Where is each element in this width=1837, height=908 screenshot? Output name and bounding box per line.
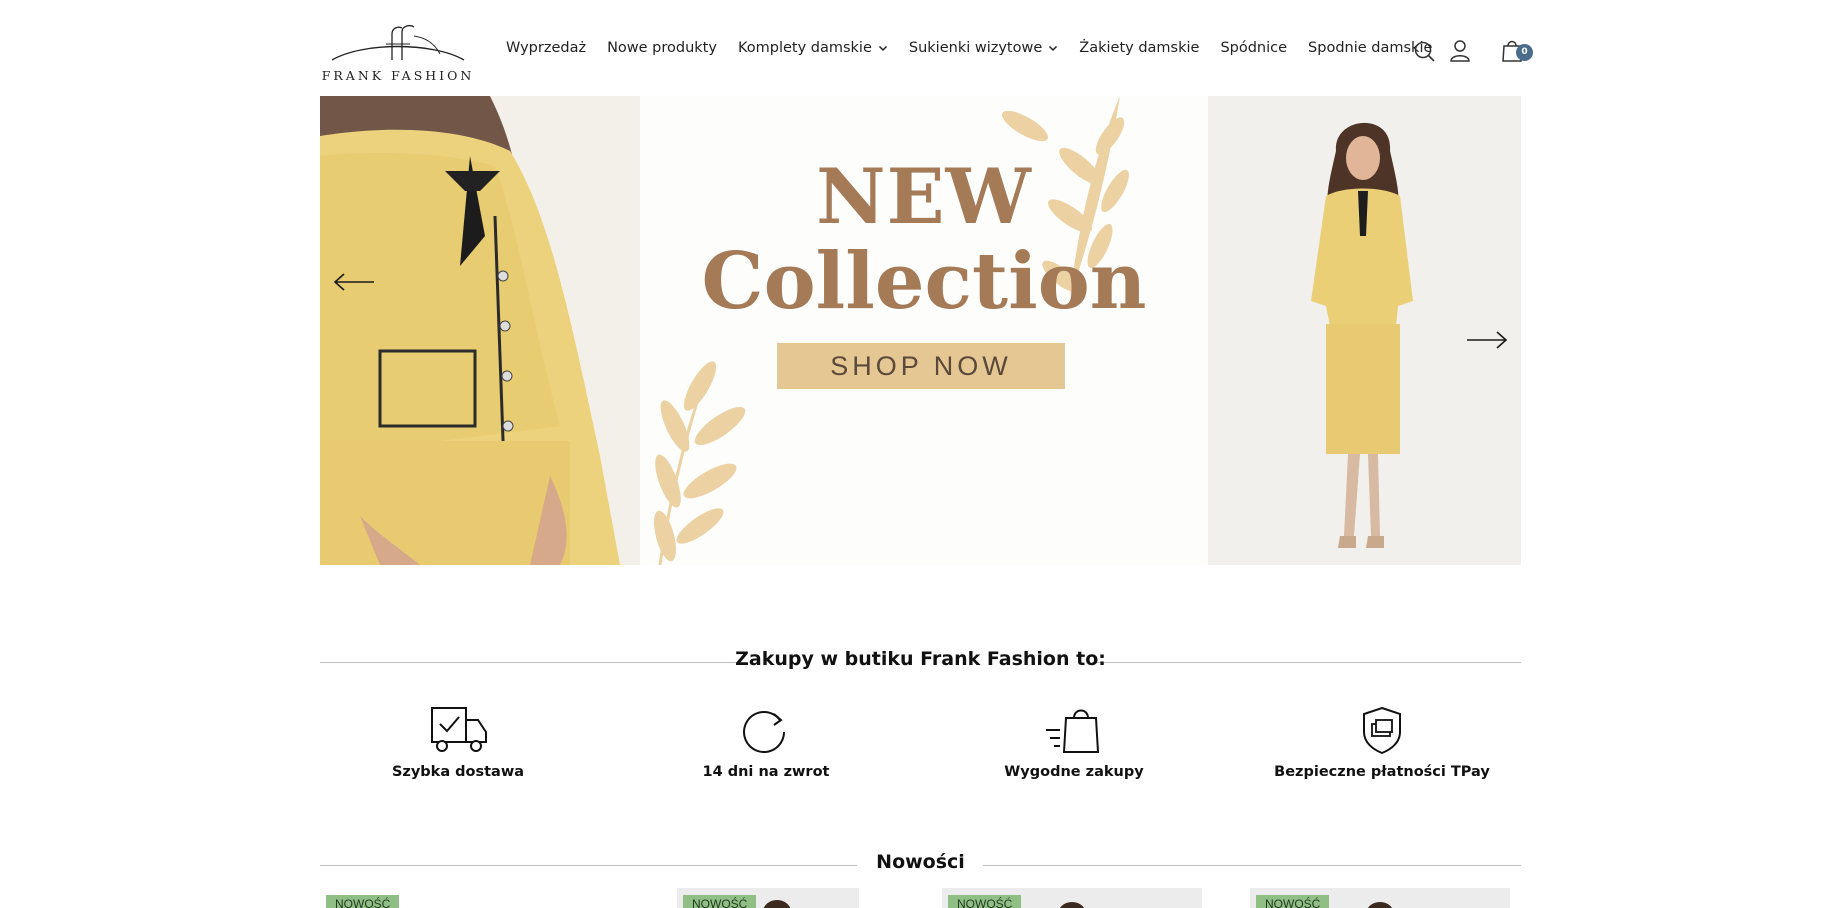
nav-item-label: Wyprzedaż xyxy=(506,40,587,56)
nav-item-label: Sukienki wizytowe xyxy=(908,40,1043,56)
nav-item-label: Żakiety damskie xyxy=(1079,40,1200,56)
nav-item-sukienki-wizytowe[interactable]: Sukienki wizytowe xyxy=(909,40,1058,56)
hero-headline-collection: Collection xyxy=(701,236,1147,327)
nav-item-wyprzedaz[interactable]: Wyprzedaż xyxy=(506,40,586,56)
main-nav: Wyprzedaż Nowe produkty Komplety damskie… xyxy=(506,40,1432,56)
shop-now-button[interactable]: SHOP NOW xyxy=(777,343,1065,389)
cart-button[interactable]: 0 xyxy=(1500,38,1540,64)
shopping-bag-fast-icon xyxy=(1046,709,1100,753)
benefits-list: Szybka dostawa 14 dni na zwrot Wygodne z… xyxy=(320,706,1521,786)
brand-name: FRANK FASHION xyxy=(321,68,475,83)
logo-mark-icon xyxy=(331,25,465,61)
new-badge: NOWOŚĆ xyxy=(948,895,1022,908)
benefit-item: Szybka dostawa xyxy=(308,706,608,780)
nav-item-label: Nowe produkty xyxy=(607,40,717,56)
benefits-heading-row: Zakupy w butiku Frank Fashion to: xyxy=(320,648,1521,678)
return-arrow-icon xyxy=(743,711,785,753)
nav-item-zakiety-damskie[interactable]: Żakiety damskie xyxy=(1079,40,1199,56)
product-photo-image xyxy=(1059,902,1085,908)
user-icon xyxy=(1450,40,1470,62)
benefit-item: Wygodne zakupy xyxy=(924,706,1224,780)
product-card[interactable]: NOWOŚĆ xyxy=(1250,888,1510,908)
benefit-label: Bezpieczne płatności TPay xyxy=(1274,764,1490,780)
product-card[interactable]: NOWOŚĆ xyxy=(942,888,1202,908)
benefits-title: Zakupy w butiku Frank Fashion to: xyxy=(735,648,1106,670)
benefit-label: 14 dni na zwrot xyxy=(702,764,830,780)
site-header: FRANK FASHION Wyprzedaż Nowe produkty Ko… xyxy=(0,0,1837,96)
hero-photo-left xyxy=(320,96,640,565)
chevron-down-icon xyxy=(878,45,887,52)
new-products-heading-row: Nowości xyxy=(320,851,1521,881)
benefit-item: 14 dni na zwrot xyxy=(616,706,916,780)
delivery-truck-icon xyxy=(431,707,487,752)
model-jacket-closeup-image xyxy=(320,96,640,565)
benefit-label: Szybka dostawa xyxy=(391,764,525,780)
product-photo-image xyxy=(763,900,791,908)
product-photo-image xyxy=(1367,902,1393,908)
nav-item-label: Komplety damskie xyxy=(737,40,872,56)
new-badge: NOWOŚĆ xyxy=(326,895,400,908)
nav-item-nowe-produkty[interactable]: Nowe produkty xyxy=(607,40,717,56)
header-icons: 0 xyxy=(1412,38,1537,68)
new-badge: NOWOŚĆ xyxy=(683,895,757,908)
hero-promo: NEW Collection SHOP NOW xyxy=(640,96,1208,565)
chevron-down-icon xyxy=(1049,45,1058,52)
product-card[interactable]: NOWOŚĆ xyxy=(320,888,560,908)
nav-item-spodnice[interactable]: Spódnice xyxy=(1220,40,1287,56)
new-products-title: Nowości xyxy=(876,851,965,873)
product-card[interactable]: NOWOŚĆ xyxy=(677,888,859,908)
carousel-prev-arrow-icon[interactable] xyxy=(332,270,376,294)
new-badge: NOWOŚĆ xyxy=(1256,895,1330,908)
carousel-next-arrow-icon[interactable] xyxy=(1465,328,1509,352)
cart-count-badge: 0 xyxy=(1516,44,1533,61)
nav-item-label: Spódnice xyxy=(1220,40,1288,56)
brand-logo[interactable]: FRANK FASHION xyxy=(318,24,478,86)
nav-item-komplety-damskie[interactable]: Komplety damskie xyxy=(738,40,888,56)
account-button[interactable] xyxy=(1447,38,1473,64)
search-button[interactable] xyxy=(1412,38,1438,64)
secure-payment-shield-icon xyxy=(1363,706,1401,754)
benefit-label: Wygodne zakupy xyxy=(1004,764,1144,780)
hero-banner[interactable]: NEW Collection SHOP NOW xyxy=(320,96,1521,565)
hero-headline-new: NEW xyxy=(816,152,1032,241)
page: FRANK FASHION Wyprzedaż Nowe produkty Ko… xyxy=(0,0,1837,908)
benefit-item: Bezpieczne płatności TPay xyxy=(1232,706,1532,780)
search-icon xyxy=(1414,41,1435,62)
